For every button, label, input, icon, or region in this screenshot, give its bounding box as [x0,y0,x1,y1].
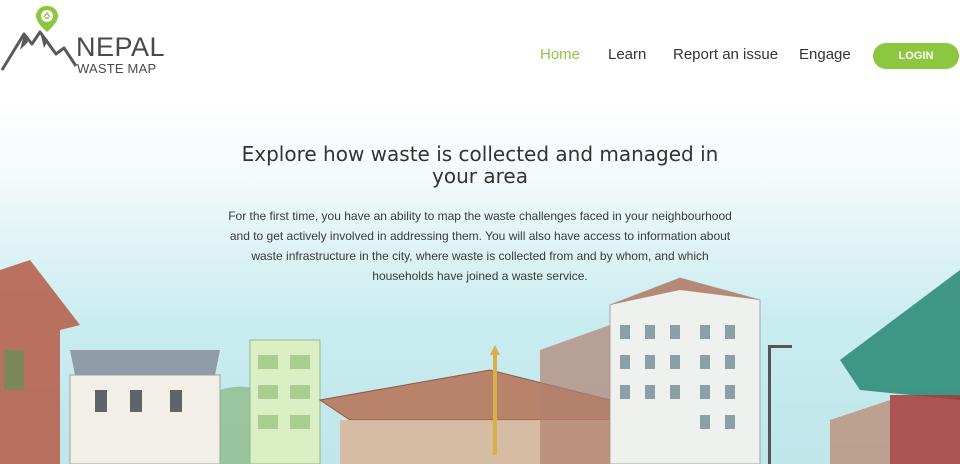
main-nav: Home Learn Report an issue Engage [0,46,960,66]
hero-title: Explore how waste is collected and manag… [241,142,719,188]
hero-section: Explore how waste is collected and manag… [0,100,960,464]
nav-item-engage[interactable]: Engage [799,46,851,63]
nav-item-home[interactable]: Home [540,46,580,63]
site-header: NEPAL WASTE MAP Home Learn Report an iss… [0,0,960,100]
hero-description: For the first time, you have an ability … [228,209,732,283]
nav-item-learn[interactable]: Learn [608,46,646,63]
nav-item-report-issue[interactable]: Report an issue [673,46,778,63]
login-button[interactable]: LOGIN [873,43,959,69]
